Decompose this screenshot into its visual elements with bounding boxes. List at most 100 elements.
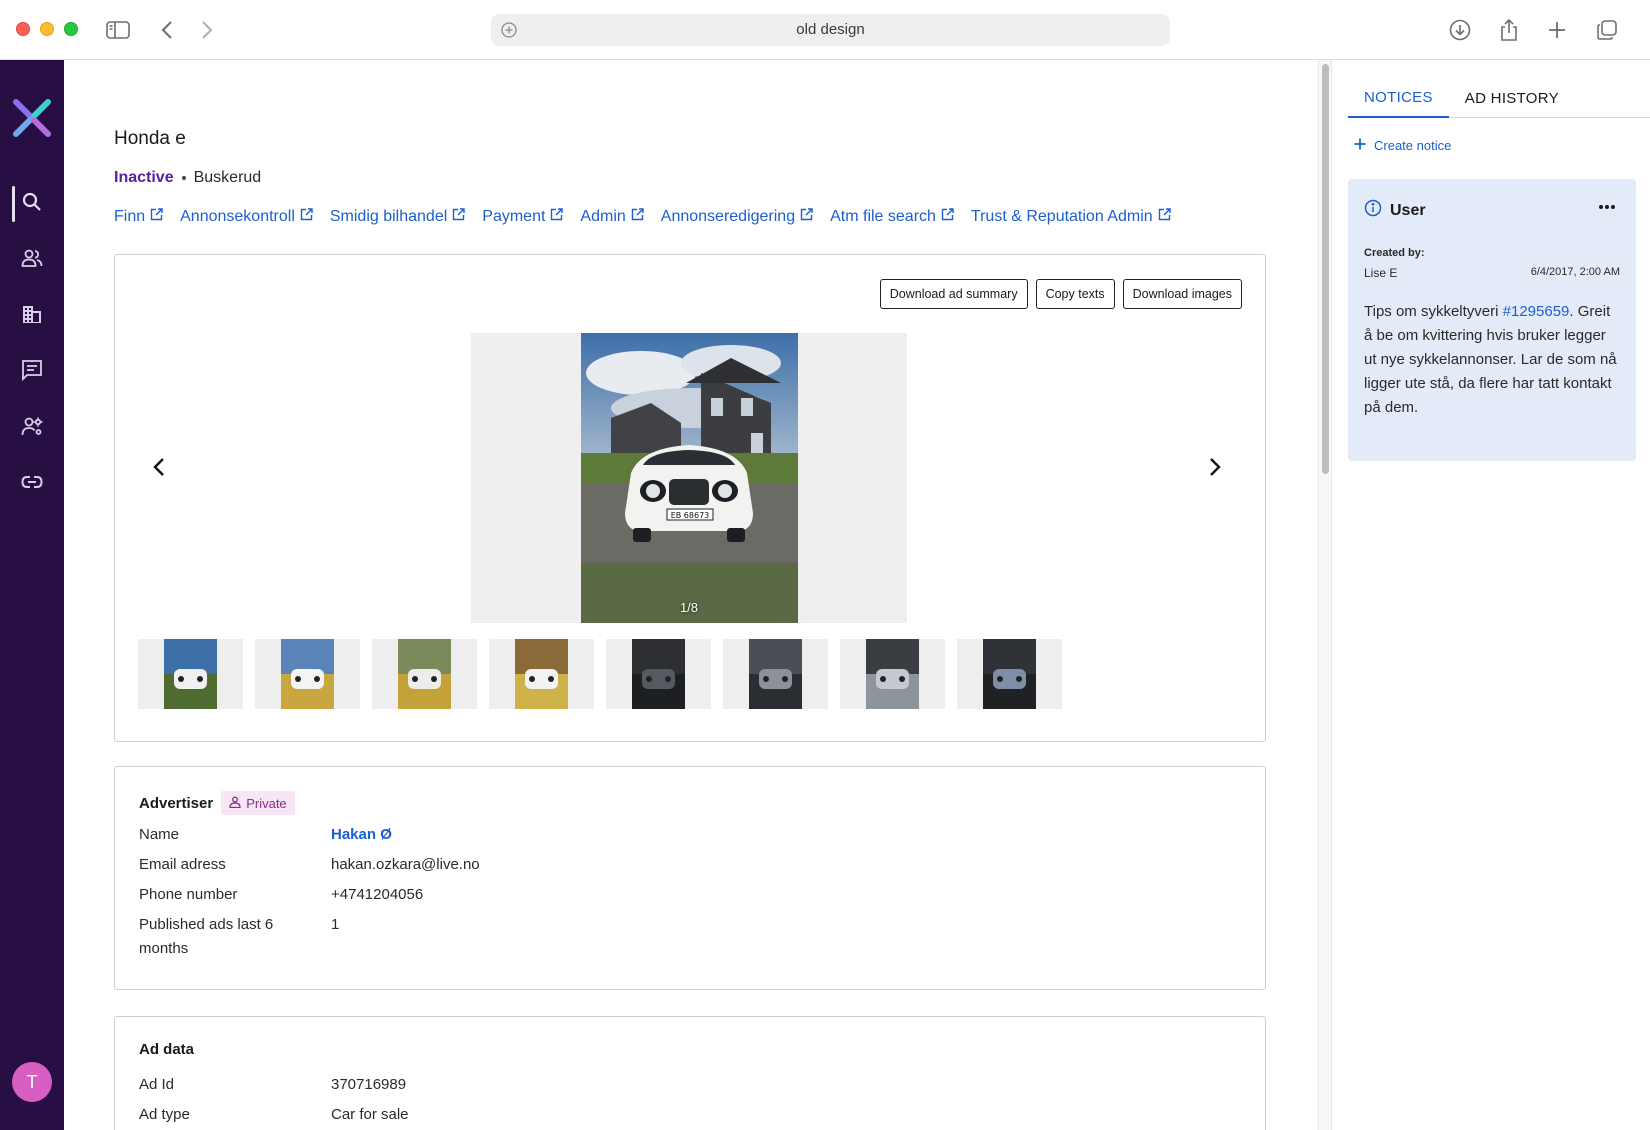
thumbnail-2[interactable] — [255, 639, 360, 709]
nav-links[interactable] — [0, 462, 64, 506]
external-link-icon — [550, 208, 564, 226]
external-link-icon — [452, 208, 465, 226]
svg-text:EB 68673: EB 68673 — [671, 511, 710, 520]
nav-organizations[interactable] — [0, 294, 64, 338]
download-ad-summary-button[interactable]: Download ad summary — [879, 279, 1028, 309]
field-label: Published ads last 6 months — [139, 916, 274, 957]
ad-status-line: Inactive Buskerud — [114, 169, 261, 187]
field-label: Ad type — [139, 1106, 190, 1123]
thumbnail-image — [983, 639, 1036, 709]
external-link-trust-reputation-admin[interactable]: Trust & Reputation Admin — [971, 208, 1171, 226]
user-avatar[interactable]: T — [12, 1062, 52, 1102]
main-image-stage[interactable]: EB 68673 1/8 — [471, 333, 907, 623]
create-notice-button[interactable]: Create notice — [1354, 138, 1451, 153]
tab-overview-icon[interactable] — [1593, 16, 1621, 44]
external-link-icon — [941, 208, 954, 226]
scroll-thumb[interactable] — [1322, 64, 1329, 474]
external-link-finn[interactable]: Finn — [114, 208, 163, 226]
tab-ad-history[interactable]: AD HISTORY — [1449, 78, 1575, 118]
external-link-label: Smidig bilhandel — [329, 208, 448, 225]
thumbnail-6[interactable] — [723, 639, 828, 709]
panel-tabs: NOTICES AD HISTORY — [1348, 78, 1650, 118]
forward-icon[interactable] — [193, 16, 221, 44]
advertiser-name-row: Name Hakan Ø — [139, 823, 392, 847]
external-link-annonsekontroll[interactable]: Annonsekontroll — [180, 208, 313, 226]
external-link-icon — [1158, 208, 1171, 226]
thumbnail-image — [398, 639, 451, 709]
notice-reference-link[interactable]: #1295659 — [1503, 303, 1570, 320]
field-value: 1 — [331, 916, 340, 933]
thumbnail-4[interactable] — [489, 639, 594, 709]
ad-data-header: Ad data — [139, 1041, 194, 1058]
download-images-button[interactable]: Download images — [1122, 279, 1242, 309]
user-gear-icon — [21, 415, 43, 442]
ad-data-heading: Ad data — [139, 1041, 195, 1058]
thumbnail-8[interactable] — [957, 639, 1062, 709]
field-label: Email adress — [139, 856, 226, 873]
ad-title: Honda e — [114, 128, 186, 149]
tab-notices[interactable]: NOTICES — [1348, 78, 1449, 118]
external-link-label: Trust & Reputation Admin — [970, 208, 1153, 225]
chevron-right-icon — [1209, 457, 1221, 482]
external-link-label: Finn — [114, 208, 146, 225]
external-link-smidig-bilhandel[interactable]: Smidig bilhandel — [330, 208, 465, 226]
notice-date: 6/4/2017, 2:00 AM — [1530, 266, 1620, 278]
previous-image-button[interactable] — [145, 455, 173, 483]
external-link-label: Annonsekontroll — [180, 208, 295, 225]
external-link-admin[interactable]: Admin — [580, 208, 644, 226]
nav-search[interactable] — [0, 182, 64, 226]
downloads-icon[interactable] — [1446, 16, 1474, 44]
thumbnail-image — [164, 639, 217, 709]
chat-icon — [21, 359, 43, 386]
external-link-icon — [800, 208, 813, 226]
building-icon — [21, 303, 43, 330]
external-link-atm-file-search[interactable]: Atm file search — [830, 208, 954, 226]
field-value: +4741204056 — [331, 886, 424, 903]
link-icon — [21, 475, 43, 494]
nav-messages[interactable] — [0, 350, 64, 394]
minimize-window-button[interactable] — [40, 22, 54, 36]
ad-region: Buskerud — [193, 169, 262, 186]
external-link-annonseredigering[interactable]: Annonseredigering — [661, 208, 813, 226]
share-icon[interactable] — [1495, 16, 1523, 44]
more-options-button[interactable] — [1598, 197, 1616, 215]
next-image-button[interactable] — [1201, 455, 1229, 483]
zoom-window-button[interactable] — [64, 22, 78, 36]
thumbnail-5[interactable] — [606, 639, 711, 709]
external-link-icon — [150, 208, 163, 226]
thumbnail-1[interactable] — [138, 639, 243, 709]
thumbnail-image — [281, 639, 334, 709]
main-scrollbar[interactable] — [1318, 60, 1332, 1130]
plus-icon — [1354, 138, 1366, 153]
close-window-button[interactable] — [16, 22, 30, 36]
new-tab-icon[interactable] — [1543, 16, 1571, 44]
ellipsis-icon — [1598, 197, 1616, 214]
sidebar-toggle-icon[interactable] — [104, 16, 132, 44]
field-label: Phone number — [139, 886, 238, 903]
external-link-icon — [631, 208, 644, 226]
external-link-payment[interactable]: Payment — [482, 208, 564, 226]
advertiser-name-link[interactable]: Hakan Ø — [331, 823, 392, 847]
address-bar[interactable]: old design — [491, 14, 1170, 46]
notice-text-start: Tips om sykkeltyveri — [1364, 303, 1503, 320]
notices-panel: NOTICES AD HISTORY Create notice User Cr… — [1332, 60, 1650, 1130]
url-text: old design — [796, 21, 865, 38]
advertiser-published-ads-row: Published ads last 6 months 1 — [139, 913, 339, 961]
field-value: hakan.ozkara@live.no — [331, 856, 480, 873]
app-logo[interactable] — [10, 96, 54, 140]
field-value: 370716989 — [331, 1076, 407, 1093]
thumbnail-3[interactable] — [372, 639, 477, 709]
copy-texts-button[interactable]: Copy texts — [1035, 279, 1115, 309]
person-icon — [229, 796, 241, 811]
private-badge-label: Private — [246, 795, 287, 811]
created-by-name: Lise E — [1364, 266, 1398, 280]
car-photo: EB 68673 — [581, 333, 798, 623]
nav-users[interactable] — [0, 238, 64, 282]
back-icon[interactable] — [153, 16, 181, 44]
users-icon — [21, 248, 43, 273]
notice-type: User — [1390, 201, 1426, 219]
thumbnail-7[interactable] — [840, 639, 945, 709]
left-navigation: T — [0, 60, 64, 1130]
notice-header: User — [1364, 199, 1426, 222]
nav-user-settings[interactable] — [0, 406, 64, 450]
